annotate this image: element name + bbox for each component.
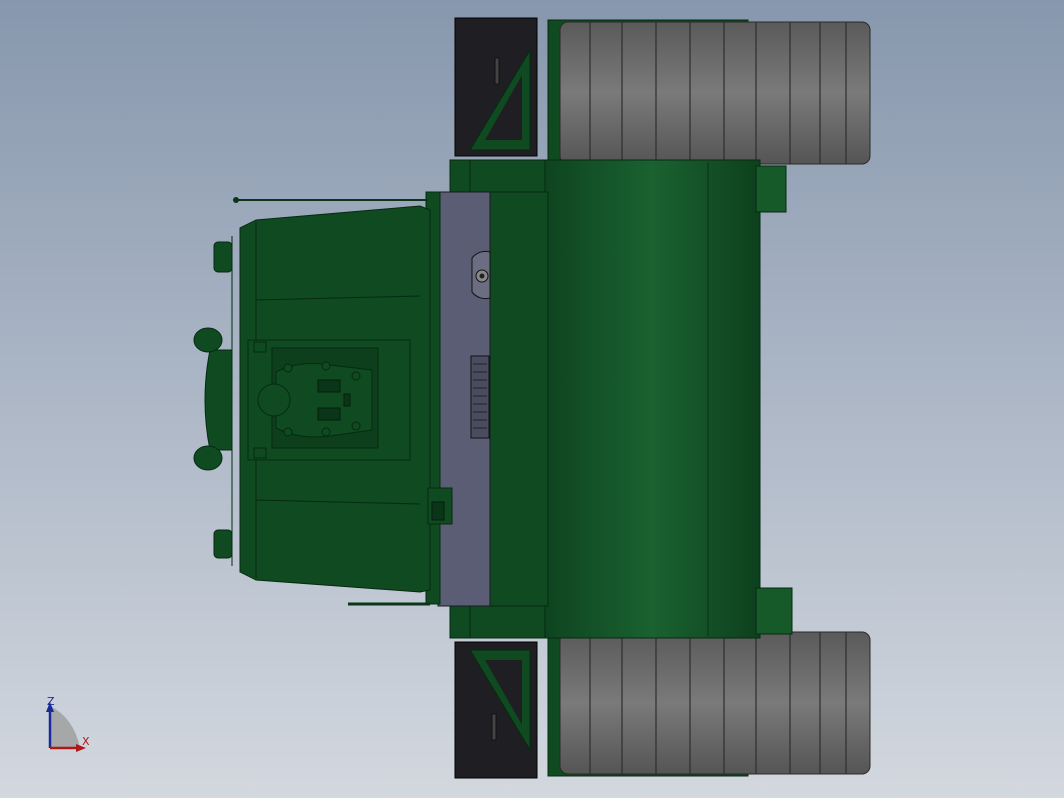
x-axis-label: X xyxy=(82,735,90,748)
chassis xyxy=(449,159,793,639)
robot-model-top-view[interactable] xyxy=(0,0,1064,798)
front-plate xyxy=(437,191,491,607)
track-top xyxy=(454,17,871,165)
track-bottom xyxy=(454,631,871,779)
turret xyxy=(193,191,453,605)
z-axis-label: Z xyxy=(47,695,55,708)
graphics-viewport[interactable]: Z X xyxy=(0,0,1064,798)
reference-triad: Z X xyxy=(40,696,100,756)
